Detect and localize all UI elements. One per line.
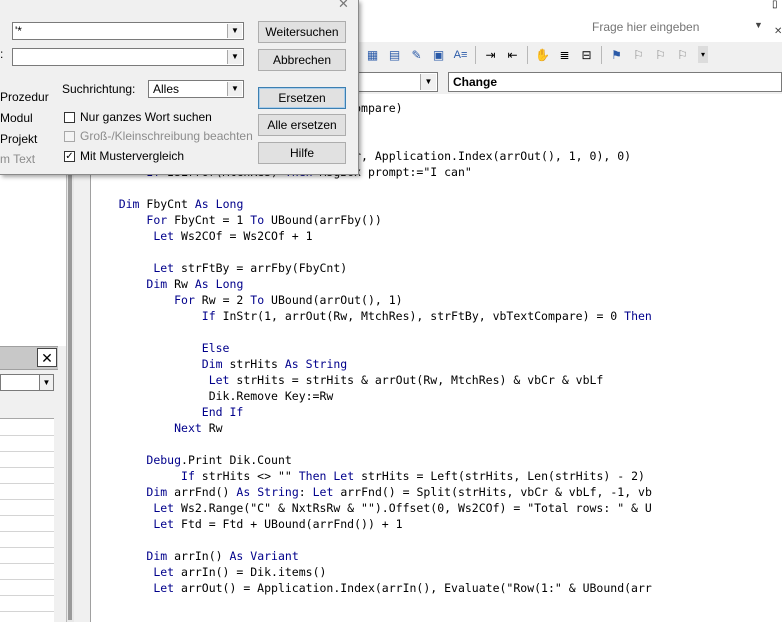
code-line[interactable]: Dim strHits As String [91,356,347,372]
previous-bookmark-icon[interactable]: ⚐ [652,46,669,63]
help-search-input[interactable] [592,18,752,36]
scope-option-selected-text: m Text [0,152,36,166]
grid-line [0,483,54,484]
uncomment-block-icon[interactable]: ⊟ [578,46,595,63]
procedure-combo-value: Change [453,75,498,89]
grid-line [0,547,54,548]
parameter-info-icon[interactable]: ▣ [430,46,447,63]
grid-line [0,435,54,436]
grid-line [0,451,54,452]
code-line[interactable]: Dik.Remove Key:=Rw [91,388,334,404]
direction-label: Suchrichtung: [62,82,136,96]
direction-select[interactable]: Alles ▼ [148,80,244,98]
window-close-icon[interactable]: ▯ [772,0,782,10]
grid-line [0,595,54,596]
chevron-down-icon[interactable]: ▼ [227,24,242,38]
search-input-combo[interactable]: ▼ [12,22,244,40]
match-case-checkbox [64,131,75,142]
toolbar-options-icon[interactable]: ▾ [698,46,708,63]
complete-word-icon[interactable]: A≡ [452,46,469,63]
chevron-down-icon[interactable]: ▼ [227,50,242,64]
code-line[interactable]: Dim Rw As Long [91,276,243,292]
pattern-match-label[interactable]: Mit Mustervergleich [80,149,184,163]
edit-toolbar: ▦ ▤ ✎ ▣ A≡ ⇥ ⇤ ✋ ≣ ⊟ ⚑ ⚐ ⚐ ⚐ ▾ [358,42,782,69]
toggle-bookmark-icon[interactable]: ⚑ [608,46,625,63]
grid-line [0,515,54,516]
replace-label-colon: : [0,47,4,61]
replace-all-button[interactable]: Alle ersetzen [258,114,346,136]
toolbar-separator [527,46,528,64]
quick-info-icon[interactable]: ✎ [408,46,425,63]
project-explorer-tree[interactable] [0,170,67,346]
chevron-down-icon[interactable]: ▼ [420,74,436,90]
toolbar-separator [475,46,476,64]
grid-line [0,611,54,612]
replace-input-combo[interactable]: ▼ [12,48,244,66]
close-icon[interactable]: ✕ [774,26,782,37]
code-line[interactable]: Let strHits = strHits & arrOut(Rw, MtchR… [91,372,604,388]
code-line[interactable]: Dim arrFnd() As String: Let arrFnd() = S… [91,484,652,500]
procedure-combo[interactable]: Change [448,72,782,92]
indent-icon[interactable]: ⇥ [482,46,499,63]
code-line[interactable]: For FbyCnt = 1 To UBound(arrFby()) [91,212,381,228]
next-bookmark-icon[interactable]: ⚐ [630,46,647,63]
search-input[interactable] [15,23,215,39]
dialog-close-icon[interactable]: ✕ [338,0,352,11]
code-line[interactable]: Dim FbyCnt As Long [91,196,244,212]
grid-line [0,563,54,564]
help-button[interactable]: Hilfe [258,142,346,164]
grid-line [0,467,54,468]
replace-dialog: ✕ ▼ : ▼ Prozedur Modul Projekt m Text Su… [0,0,359,175]
list-properties-icon[interactable]: ▦ [364,46,381,63]
code-line[interactable]: Let arrOut() = Application.Index(arrIn()… [91,580,652,596]
toolbar-separator [601,46,602,64]
find-next-button[interactable]: Weitersuchen [258,21,346,43]
code-line[interactable]: If InStr(1, arrOut(Rw, MtchRes), strFtBy… [91,308,652,324]
toggle-breakpoint-icon[interactable]: ✋ [534,46,551,63]
outdent-icon[interactable]: ⇤ [504,46,521,63]
properties-grid[interactable] [0,418,54,623]
match-case-label: Groß-/Kleinschreibung beachten [80,129,253,143]
cancel-button[interactable]: Abbrechen [258,49,346,71]
code-line[interactable]: End If [91,404,244,420]
comment-block-icon[interactable]: ≣ [556,46,573,63]
scope-option-module[interactable]: Modul [0,111,33,125]
chevron-down-icon[interactable]: ▼ [39,375,53,390]
whole-word-checkbox[interactable] [64,112,75,123]
grid-line [0,531,54,532]
clear-bookmarks-icon[interactable]: ⚐ [674,46,691,63]
grid-line [0,499,54,500]
replace-input[interactable] [15,49,215,65]
chevron-down-icon[interactable]: ▼ [754,20,763,30]
help-search-box[interactable]: ▼ [586,18,768,38]
replace-button[interactable]: Ersetzen [258,87,346,109]
properties-close-icon[interactable]: ✕ [37,348,57,367]
code-line[interactable]: Else [91,340,230,356]
properties-object-combo[interactable]: ▼ [0,374,54,391]
code-line[interactable]: Next Rw [91,420,222,436]
code-line[interactable]: Let Ftd = Ftd + UBound(arrFnd()) + 1 [91,516,402,532]
code-line[interactable]: Let Ws2COf = Ws2COf + 1 [91,228,312,244]
list-constants-icon[interactable]: ▤ [386,46,403,63]
scope-option-project[interactable]: Projekt [0,132,37,146]
code-line[interactable]: Let arrIn() = Dik.items() [91,564,326,580]
code-line[interactable]: If strHits <> "" Then Let strHits = Left… [91,468,645,484]
pattern-match-checkbox[interactable]: ✓ [64,151,75,162]
code-line[interactable]: Let Ws2.Range("C" & NxtRsRw & "").Offset… [91,500,652,516]
whole-word-label[interactable]: Nur ganzes Wort suchen [80,110,212,124]
code-line[interactable]: Dim arrIn() As Variant [91,548,298,564]
chevron-down-icon[interactable]: ▼ [227,82,242,96]
code-line[interactable]: Debug.Print Dik.Count [91,452,291,468]
code-line[interactable]: For Rw = 2 To UBound(arrOut(), 1) [91,292,403,308]
code-line[interactable]: Let strFtBy = arrFby(FbyCnt) [91,260,347,276]
direction-select-value: Alles [153,82,180,96]
grid-line [0,579,54,580]
scope-option-procedure[interactable]: Prozedur [0,90,49,104]
